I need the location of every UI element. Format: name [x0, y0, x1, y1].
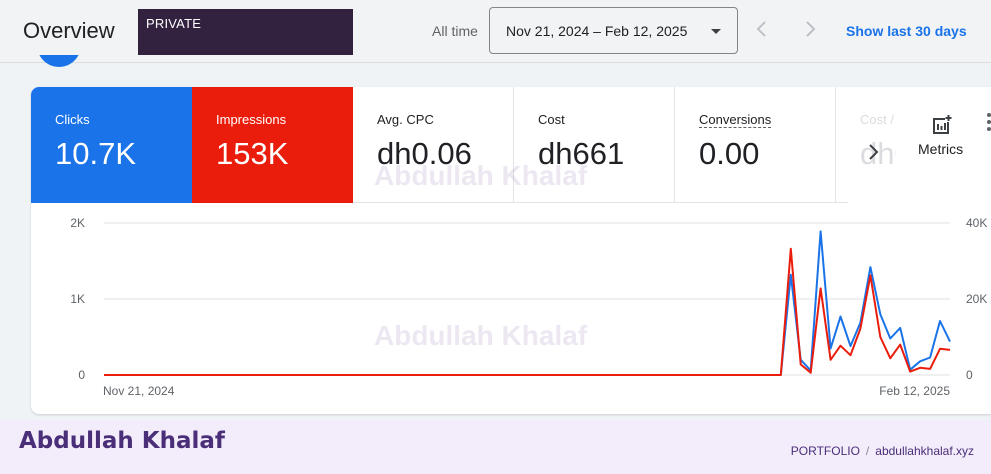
- y-tick-label-left: 1K: [70, 292, 85, 306]
- tile-clicks[interactable]: Clicks 10.7K: [31, 87, 192, 203]
- separator: /: [865, 444, 870, 458]
- more-vert-icon[interactable]: [986, 112, 991, 134]
- footer-brand: Abdullah Khalaf: [19, 428, 225, 454]
- caret-down-icon: [711, 29, 721, 34]
- metrics-label: Metrics: [918, 141, 964, 157]
- footer: Abdullah Khalaf PORTFOLIO / abdullahkhalaf…: [0, 420, 991, 474]
- page-title: Overview: [23, 18, 115, 43]
- tile-label: Cost / c: [860, 112, 896, 127]
- y-tick-label-left: 0: [78, 368, 85, 382]
- date-range-select[interactable]: Nov 21, 2024 – Feb 12, 2025: [489, 7, 738, 54]
- performance-chart: 0 0 1K 20K 2K 40K Nov 21, 2024 Feb 12, 2025: [70, 216, 987, 398]
- private-redaction-box: PRIVATE: [138, 9, 353, 55]
- footer-links: PORTFOLIO / abdullahkhalaf.xyz: [791, 444, 974, 458]
- y-tick-label-right: 0: [966, 368, 973, 382]
- y-tick-label-right: 20K: [966, 292, 987, 306]
- watermark-text: Abdullah Khalaf: [374, 160, 588, 191]
- avatar: [37, 55, 81, 67]
- tile-label: Avg. CPC: [377, 112, 434, 127]
- tile-impressions[interactable]: Impressions 153K: [192, 87, 353, 203]
- x-tick-label-end: Feb 12, 2025: [879, 384, 950, 398]
- tile-value: 10.7K: [55, 136, 137, 171]
- tile-label: Cost: [538, 112, 565, 127]
- range-label: All time: [432, 23, 478, 39]
- chevron-right-icon[interactable]: [860, 139, 886, 165]
- tile-label: Conversions: [699, 112, 772, 128]
- tile-label: Impressions: [216, 112, 287, 127]
- x-tick-label-start: Nov 21, 2024: [103, 384, 175, 398]
- y-tick-label-right: 40K: [966, 216, 987, 230]
- date-range-value: Nov 21, 2024 – Feb 12, 2025: [506, 23, 688, 39]
- overview-header: Overview PRIVATE All time Nov 21, 2024 –…: [0, 0, 991, 63]
- show-last-30-days-button[interactable]: Show last 30 days: [846, 23, 967, 39]
- site-link[interactable]: abdullahkhalaf.xyz: [875, 444, 974, 458]
- tile-value: 0.00: [699, 136, 760, 171]
- chevron-right-icon[interactable]: [798, 17, 822, 41]
- tile-conversions[interactable]: Conversions 0.00: [675, 87, 836, 203]
- tile-label: Clicks: [55, 112, 90, 127]
- add-chart-icon: [933, 115, 952, 134]
- portfolio-link[interactable]: PORTFOLIO: [791, 444, 860, 458]
- tile-value: 153K: [216, 136, 289, 171]
- y-tick-label-left: 2K: [70, 216, 85, 230]
- overview-card: Clicks 10.7K Impressions 153K Avg. CPC d…: [31, 87, 991, 414]
- metrics-button[interactable]: Metrics: [906, 111, 976, 161]
- chevron-left-icon[interactable]: [750, 17, 774, 41]
